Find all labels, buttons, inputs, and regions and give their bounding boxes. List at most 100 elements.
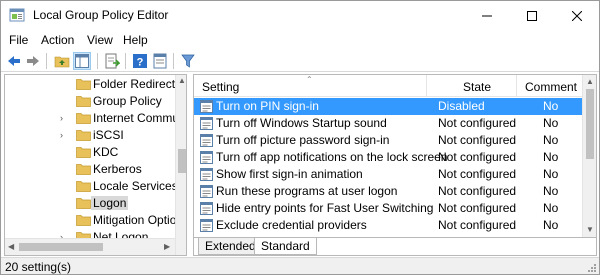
column-divider[interactable] [516,75,517,97]
table-row[interactable]: Turn off picture password sign-in Not con… [194,132,582,149]
forward-button[interactable] [24,52,42,70]
list-vertical-scroll-thumb[interactable] [586,89,594,159]
status-text: 20 setting(s) [5,260,72,274]
tree-item[interactable]: › Internet Communication [5,110,186,127]
properties-icon [153,53,167,69]
app-window: Local Group Policy Editor File Action Vi… [0,0,600,275]
setting-comment: No [543,116,559,130]
setting-state: Not configured [438,218,517,232]
setting-name: Turn off app notifications on the lock s… [216,150,448,164]
setting-comment: No [543,184,559,198]
folder-icon [76,147,91,158]
column-divider[interactable] [426,75,427,97]
tree-item-label: Internet Communication [93,111,186,125]
tree-item[interactable]: Locale Services [5,178,178,195]
properties-button[interactable] [151,52,169,70]
up-folder-icon [54,56,70,68]
show-hide-console-tree-button[interactable] [73,52,91,70]
filter-icon [181,54,195,68]
tree-item[interactable]: Mitigation Options [5,212,186,229]
window-title: Local Group Policy Editor [33,8,169,22]
tree-horizontal-scrollbar[interactable]: ◀ ▶ [5,238,175,255]
folder-icon [76,164,91,175]
show-hide-tree-icon [75,54,89,68]
toolbar-separator [97,53,98,69]
setting-comment: No [543,150,559,164]
tree-item[interactable]: Kerberos [5,161,175,178]
table-row[interactable]: Hide entry points for Fast User Switchin… [194,200,582,217]
scroll-left-arrow-icon[interactable]: ◀ [8,242,14,251]
policy-setting-icon [200,151,213,164]
list-header: ⌃ Setting State Comment [194,75,582,97]
setting-name: Exclude credential providers [216,218,367,232]
tree-item-label: Locale Services [93,179,178,193]
menu-help[interactable]: Help [123,33,148,47]
setting-name: Show first sign-in animation [216,167,363,181]
policy-setting-icon [200,202,213,215]
setting-comment: No [543,133,559,147]
resize-grip-icon[interactable] [586,262,596,272]
tree-vertical-scroll-thumb[interactable] [178,149,186,173]
up-one-level-button[interactable] [53,52,71,70]
policy-setting-icon [200,219,213,232]
tree-item[interactable]: KDC [5,144,175,161]
scroll-up-arrow-icon[interactable]: ▲ [586,77,594,86]
tree-item[interactable]: Folder Redirection [5,76,186,93]
setting-name: Turn off picture password sign-in [216,133,390,147]
tree-item[interactable]: Group Policy [5,93,175,110]
export-list-button[interactable] [103,52,121,70]
table-row[interactable]: Turn off app notifications on the lock s… [194,149,582,166]
policy-setting-icon [200,134,213,147]
setting-state: Not configured [438,150,517,164]
status-bar: 20 setting(s) [1,257,599,274]
tab-extended[interactable]: Extended [198,238,263,255]
tree-item-label: Kerberos [93,162,142,176]
table-row[interactable]: Turn on PIN sign-in Disabled No [194,98,582,115]
policy-setting-icon [200,185,213,198]
list-vertical-scrollbar[interactable]: ▲ ▼ [582,75,596,237]
folder-icon [76,181,91,192]
view-tabs: Extended Standard [194,237,596,255]
tree-item-label: Folder Redirection [93,77,187,91]
menu-action[interactable]: Action [41,33,74,47]
scroll-down-arrow-icon[interactable]: ▼ [586,225,594,234]
tree-item-label: iSCSI [93,128,124,142]
scroll-right-arrow-icon[interactable]: ▶ [164,242,170,251]
folder-icon [76,130,91,141]
menu-file[interactable]: File [9,33,28,47]
back-arrow-icon [8,56,20,66]
console-tree[interactable]: Folder Redirection Group Policy › Internet … [4,74,187,256]
table-row[interactable]: Show first sign-in animation Not configur… [194,166,582,183]
svg-text:?: ? [137,57,144,69]
help-button[interactable]: ? [131,52,149,70]
tab-standard[interactable]: Standard [254,238,317,255]
minimize-icon [482,15,492,16]
table-row[interactable]: Exclude credential providers Not configur… [194,217,582,234]
column-header-state[interactable]: State [463,80,491,94]
maximize-icon [527,10,537,21]
table-row[interactable]: Run these programs at user logon Not conf… [194,183,582,200]
title-bar[interactable]: Local Group Policy Editor [1,1,599,30]
scroll-up-arrow-icon[interactable]: ▲ [178,76,186,85]
column-header-setting[interactable]: Setting [202,80,239,94]
tree-item-label: Mitigation Options [93,213,187,227]
setting-comment: No [543,201,559,215]
menu-view[interactable]: View [87,33,113,47]
minimize-button[interactable] [465,1,509,30]
tree-item[interactable]: Logon [5,195,175,212]
tree-horizontal-scroll-thumb[interactable] [19,243,103,251]
expand-chevron-icon[interactable]: › [60,113,70,123]
close-button[interactable] [555,1,599,30]
tree-item-label: KDC [93,145,119,159]
tree-vertical-scrollbar[interactable]: ▲ [175,75,186,255]
expand-chevron-icon[interactable]: › [60,130,70,140]
folder-icon [76,215,91,226]
setting-state: Disabled [438,99,485,113]
toolbar-separator [46,53,47,69]
table-row[interactable]: Turn off Windows Startup sound Not config… [194,115,582,132]
tree-item[interactable]: › iSCSI [5,127,175,144]
column-header-comment[interactable]: Comment [525,80,577,94]
maximize-button[interactable] [510,1,554,30]
back-button[interactable] [5,52,23,70]
filter-button[interactable] [179,52,197,70]
